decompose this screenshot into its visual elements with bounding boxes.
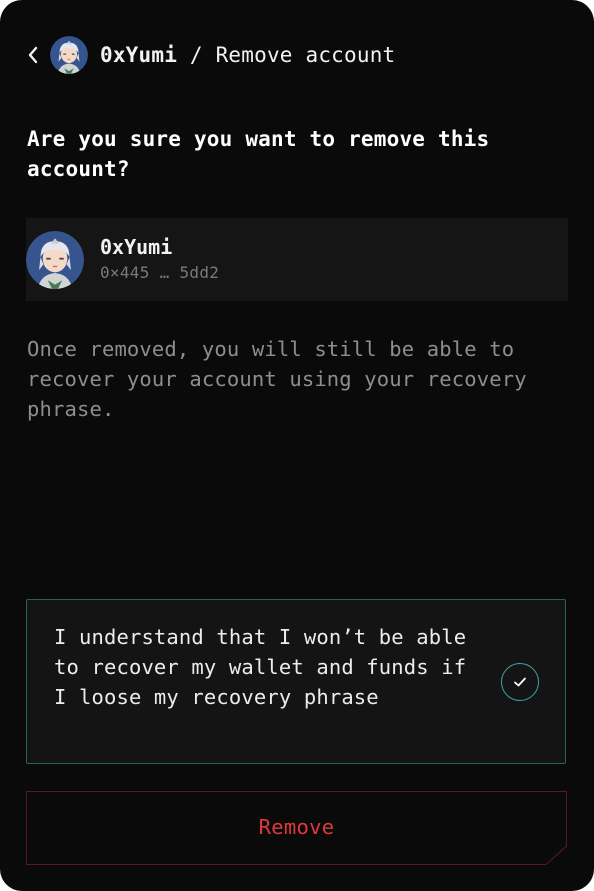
account-details: 0xYumi 0×445 … 5dd2 [100,234,219,286]
account-name: 0xYumi [100,234,173,259]
info-text: Once removed, you will still be able to … [27,337,527,421]
checkmark-icon [514,677,526,687]
remove-button-label: Remove [258,815,335,839]
header-account-name: 0xYumi [100,43,178,67]
avatar [50,36,88,74]
acknowledgement-text: I understand that I won’t be able to rec… [54,625,467,709]
remove-button[interactable]: Remove [26,791,567,865]
back-button[interactable] [26,43,40,67]
account-address: 0×445 … 5dd2 [100,262,220,282]
page-title: 0xYumi / Remove account [100,43,395,67]
chevron-left-icon [28,46,38,64]
title-separator: / [177,43,216,67]
page-header: 0xYumi / Remove account [26,36,395,74]
app-window: 0xYumi / Remove account Are you sure you… [0,0,594,891]
acknowledgement-checkbox[interactable]: I understand that I won’t be able to rec… [26,599,566,764]
account-card: 0xYumi 0×445 … 5dd2 [26,218,568,301]
confirmation-question: Are you sure you want to remove this acc… [27,127,490,181]
avatar [26,230,84,289]
header-page-title: Remove account [215,43,396,67]
check-circle[interactable] [501,663,539,701]
